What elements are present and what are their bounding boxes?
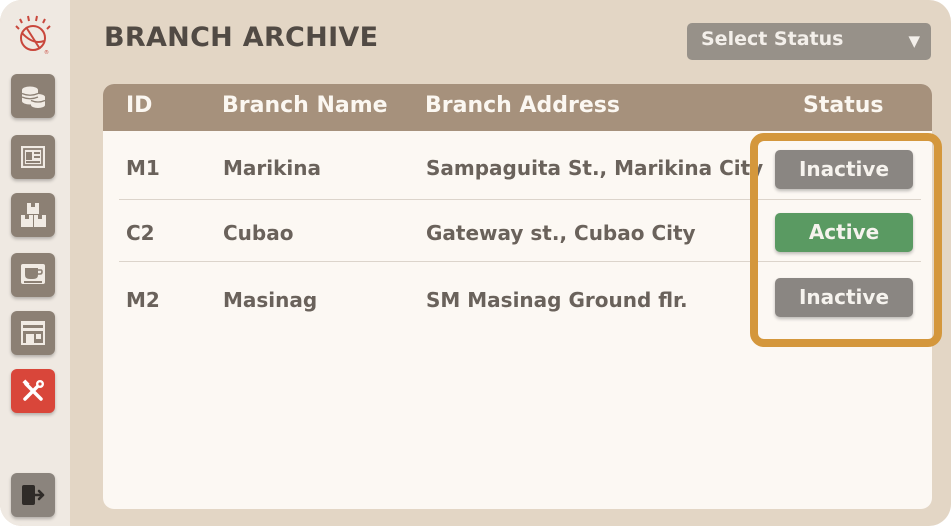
chevron-down-icon: ▼ xyxy=(908,32,920,50)
row-divider xyxy=(119,199,921,200)
status-toggle-button[interactable]: Inactive xyxy=(775,150,913,189)
column-header-branch-address: Branch Address xyxy=(425,93,620,118)
cell-branch-name: Masinag xyxy=(223,288,318,312)
app-window: ® BRANCH ARCHIVE Select Status ▼ ID Bran… xyxy=(0,0,951,526)
coffee-cup-icon xyxy=(21,264,45,284)
nav-id-card-button[interactable] xyxy=(11,135,55,179)
nav-stock-button[interactable] xyxy=(11,193,55,237)
status-filter-select[interactable]: Select Status ▼ xyxy=(687,23,931,60)
nav-settings-button[interactable] xyxy=(11,369,55,413)
id-card-icon xyxy=(21,146,45,168)
svg-text:®: ® xyxy=(44,49,49,56)
column-header-status: Status xyxy=(803,93,884,118)
nav-inventory-button[interactable] xyxy=(11,74,55,118)
logout-icon xyxy=(22,485,45,505)
table-row: M2 Masinag SM Masinag Ground flr. Inacti… xyxy=(103,267,932,331)
cell-branch-name: Marikina xyxy=(223,156,322,180)
cell-branch-address: SM Masinag Ground flr. xyxy=(426,288,688,312)
nav-menu-button[interactable] xyxy=(11,253,55,297)
table-header: ID Branch Name Branch Address Status xyxy=(103,84,932,131)
nav-branch-button[interactable] xyxy=(11,311,55,355)
logo-icon: ® xyxy=(10,13,56,59)
cell-id: C2 xyxy=(126,221,155,245)
column-header-id: ID xyxy=(126,93,153,118)
status-toggle-button[interactable]: Active xyxy=(775,213,913,252)
column-header-branch-name: Branch Name xyxy=(222,93,388,118)
store-icon xyxy=(21,321,45,345)
table-row: M1 Marikina Sampaguita St., Marikina Cit… xyxy=(103,137,932,201)
branch-table: ID Branch Name Branch Address Status M1 … xyxy=(103,84,932,509)
page-title: BRANCH ARCHIVE xyxy=(104,22,379,53)
tools-icon xyxy=(22,379,44,401)
boxes-icon xyxy=(21,203,46,227)
logout-button[interactable] xyxy=(11,473,55,517)
cell-branch-name: Cubao xyxy=(223,221,294,245)
sidebar: ® xyxy=(0,0,70,526)
cell-branch-address: Sampaguita St., Marikina City xyxy=(426,156,764,180)
status-toggle-button[interactable]: Inactive xyxy=(775,278,913,317)
coins-icon xyxy=(21,86,46,108)
status-filter-label: Select Status xyxy=(701,28,844,50)
cell-branch-address: Gateway st., Cubao City xyxy=(426,221,696,245)
table-row: C2 Cubao Gateway st., Cubao City Active xyxy=(103,202,932,266)
cell-id: M1 xyxy=(126,156,160,180)
row-divider xyxy=(119,261,921,262)
cell-id: M2 xyxy=(126,288,160,312)
